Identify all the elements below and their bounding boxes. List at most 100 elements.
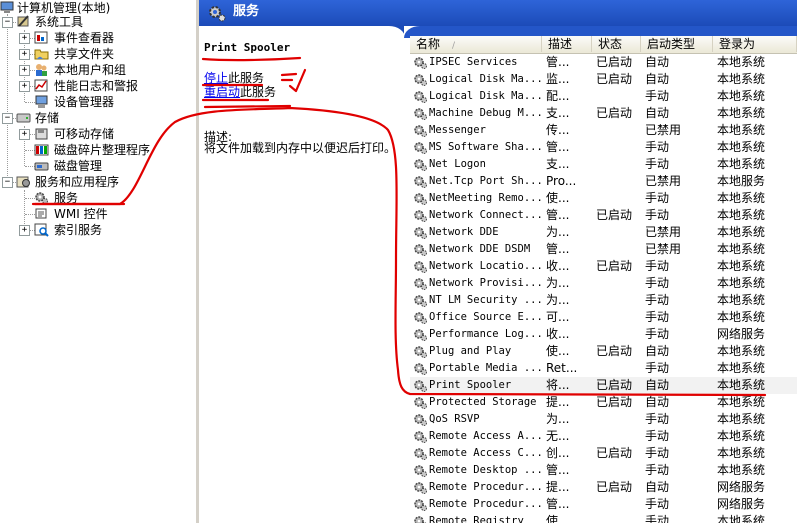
tree-item-label: 磁盘碎片整理程序: [54, 143, 151, 157]
table-row[interactable]: NetMeeting Remo... 使... 手动 本地系统: [410, 190, 797, 207]
cell-status: [596, 190, 641, 207]
table-row[interactable]: Network Locatio... 收... 已启动 手动 本地系统: [410, 258, 797, 275]
services-apps-icon: [16, 174, 31, 189]
stop-service-suffix: 此服务: [228, 71, 265, 85]
cell-name: Network Provisi...: [429, 277, 542, 289]
cell-startup: 已禁用: [645, 174, 682, 188]
collapse-icon[interactable]: −: [2, 113, 13, 124]
table-row[interactable]: Office Source E... 可... 手动 本地系统: [410, 309, 797, 326]
cell-logon: 本地系统: [717, 72, 766, 86]
cell-status: 已启动: [596, 72, 633, 86]
table-row[interactable]: Performance Log... 收... 手动 网络服务: [410, 326, 797, 343]
cell-logon: 本地服务: [717, 174, 766, 188]
expand-icon[interactable]: +: [19, 49, 30, 60]
column-status-label: 状态: [598, 37, 623, 51]
table-row[interactable]: NT LM Security ... 为... 手动 本地系统: [410, 292, 797, 309]
table-row[interactable]: Network DDE 为... 已禁用 本地系统: [410, 224, 797, 241]
table-row[interactable]: Messenger 传... 已禁用 本地系统: [410, 122, 797, 139]
cell-desc: 管...: [546, 208, 570, 222]
cell-name: Messenger: [429, 124, 486, 136]
table-row[interactable]: Remote Access C... 创... 已启动 手动 本地系统: [410, 445, 797, 462]
table-row[interactable]: Network Connect... 管... 已启动 手动 本地系统: [410, 207, 797, 224]
cell-name: Remote Access C...: [429, 447, 542, 459]
tree-item-local-users[interactable]: + 本地用户和组: [19, 62, 189, 78]
table-row[interactable]: Plug and Play 使... 已启动 自动 本地系统: [410, 343, 797, 360]
expand-icon[interactable]: +: [19, 225, 30, 236]
cell-name: Remote Procedur...: [429, 498, 542, 510]
cell-desc: 支...: [546, 106, 570, 120]
cell-logon: 本地系统: [717, 276, 766, 290]
tree-item-wmi[interactable]: WMI 控件: [19, 206, 189, 222]
cell-logon: 本地系统: [717, 378, 766, 392]
cell-desc: 将...: [546, 378, 570, 392]
cell-desc: 无...: [546, 429, 570, 443]
tree-item-services-apps[interactable]: − 服务和应用程序: [2, 174, 192, 190]
table-row[interactable]: Remote Desktop ... 管... 手动 本地系统: [410, 462, 797, 479]
cell-name: Print Spooler: [429, 379, 512, 391]
collapse-icon[interactable]: −: [2, 177, 13, 188]
tree-item-event-viewer[interactable]: + 事件查看器: [19, 30, 189, 46]
cell-logon: 本地系统: [717, 293, 766, 307]
table-row[interactable]: Remote Procedur... 管... 手动 网络服务: [410, 496, 797, 513]
restart-service-link[interactable]: 重启动: [204, 85, 240, 99]
cell-startup: 手动: [645, 293, 670, 307]
table-row[interactable]: Protected Storage 提... 已启动 自动 本地系统: [410, 394, 797, 411]
collapse-icon[interactable]: −: [2, 17, 13, 28]
column-header-logon[interactable]: 登录为: [713, 36, 797, 52]
cell-logon: 本地系统: [717, 310, 766, 324]
column-header-status[interactable]: 状态: [592, 36, 641, 52]
tree-item-removable-storage[interactable]: + 可移动存储: [19, 126, 189, 142]
cell-name: Logical Disk Ma...: [429, 73, 542, 85]
cell-logon: 本地系统: [717, 106, 766, 120]
table-row[interactable]: Portable Media ... Ret... 手动 本地系统: [410, 360, 797, 377]
tree-item-storage[interactable]: − 存储: [2, 110, 192, 126]
table-row[interactable]: Remote Registry 使... 手动 本地系统: [410, 513, 797, 523]
tree-item-device-manager[interactable]: 设备管理器: [19, 94, 189, 110]
tree-item-label: 可移动存储: [54, 127, 115, 141]
computer-icon: [0, 0, 15, 15]
table-row[interactable]: Print Spooler 将... 已启动 自动 本地系统: [410, 377, 797, 394]
column-header-startup[interactable]: 启动类型: [641, 36, 713, 52]
tree-item-shared-folders[interactable]: + 共享文件夹: [19, 46, 189, 62]
cell-name: Net.Tcp Port Sh...: [429, 175, 542, 187]
cell-startup: 自动: [645, 344, 670, 358]
table-row[interactable]: Remote Access A... 无... 手动 本地系统: [410, 428, 797, 445]
tree-item-label: 服务和应用程序: [35, 175, 120, 189]
expand-icon[interactable]: +: [19, 33, 30, 44]
tree-item-label: WMI 控件: [54, 207, 108, 221]
tree-item-defrag[interactable]: 磁盘碎片整理程序: [19, 142, 189, 158]
cell-name: IPSEC Services: [429, 56, 518, 68]
table-row[interactable]: IPSEC Services 管... 已启动 自动 本地系统: [410, 54, 797, 71]
tree-item-label: 本地用户和组: [54, 63, 127, 77]
shared-folder-icon: [34, 46, 49, 61]
services-list[interactable]: 名称 / 描述 状态 启动类型 登录为 IPSEC Services 管... 已启动…: [410, 36, 797, 523]
tree-item-services[interactable]: 服务: [19, 190, 189, 206]
cell-status: [596, 275, 641, 292]
tree-item-disk-management[interactable]: 磁盘管理: [19, 158, 189, 174]
cell-logon: 本地系统: [717, 140, 766, 154]
table-row[interactable]: Logical Disk Ma... 监... 已启动 自动 本地系统: [410, 71, 797, 88]
table-row[interactable]: QoS RSVP 为... 手动 本地系统: [410, 411, 797, 428]
tree-item-perf-logs[interactable]: + 性能日志和警报: [19, 78, 189, 94]
tree-item-label: 存储: [35, 111, 60, 125]
cell-desc: 传...: [546, 123, 570, 137]
column-header-desc[interactable]: 描述: [542, 36, 592, 52]
table-row[interactable]: Remote Procedur... 提... 已启动 自动 网络服务: [410, 479, 797, 496]
column-header-name[interactable]: 名称 /: [410, 36, 542, 52]
cell-logon: 本地系统: [717, 412, 766, 426]
table-row[interactable]: Net.Tcp Port Sh... Pro... 已禁用 本地服务: [410, 173, 797, 190]
stop-service-link[interactable]: 停止: [204, 71, 228, 85]
cell-status: 已启动: [596, 344, 633, 358]
expand-icon[interactable]: +: [19, 81, 30, 92]
table-row[interactable]: Logical Disk Ma... 配... 手动 本地系统: [410, 88, 797, 105]
restart-service-action: 重启动此服务: [204, 85, 276, 99]
expand-icon[interactable]: +: [19, 129, 30, 140]
table-row[interactable]: MS Software Sha... 管... 手动 本地系统: [410, 139, 797, 156]
tree-item-indexing[interactable]: + 索引服务: [19, 222, 189, 238]
table-row[interactable]: Network DDE DSDM 管... 已禁用 本地系统: [410, 241, 797, 258]
table-row[interactable]: Network Provisi... 为... 手动 本地系统: [410, 275, 797, 292]
expand-icon[interactable]: +: [19, 65, 30, 76]
table-row[interactable]: Machine Debug M... 支... 已启动 自动 本地系统: [410, 105, 797, 122]
tree-item-system-tools[interactable]: − 系统工具: [2, 14, 192, 30]
table-row[interactable]: Net Logon 支... 手动 本地系统: [410, 156, 797, 173]
